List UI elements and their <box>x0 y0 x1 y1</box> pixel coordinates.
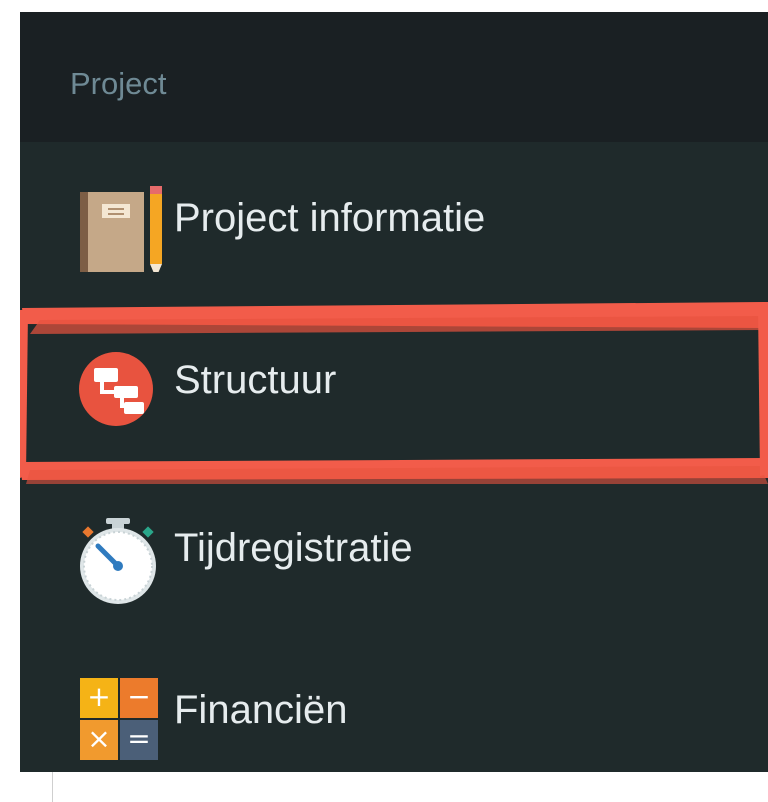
bottom-whitespace <box>52 772 768 802</box>
sidebar-item-label: Structuur <box>174 358 337 402</box>
svg-text:−: − <box>127 680 150 713</box>
notebook-icon <box>78 182 168 278</box>
sidebar-header-label: Project <box>70 66 167 101</box>
sidebar-panel: Project Project informatie Structuur Tij… <box>20 12 768 772</box>
sidebar-item-financien[interactable]: + − × = Financiën <box>20 660 768 760</box>
svg-text:×: × <box>87 722 110 755</box>
calculator-icon: + − × = <box>78 674 168 764</box>
svg-text:=: = <box>127 722 150 755</box>
svg-text:+: + <box>87 680 110 713</box>
sidebar-item-project-informatie[interactable]: Project informatie <box>20 168 768 278</box>
sidebar-item-label: Financiën <box>174 688 348 732</box>
structure-icon <box>78 344 168 434</box>
sidebar-item-tijdregistratie[interactable]: Tijdregistratie <box>20 498 768 604</box>
stopwatch-icon <box>78 512 168 604</box>
sidebar-item-label: Tijdregistratie <box>174 526 413 570</box>
sidebar-item-structuur[interactable]: Structuur <box>20 330 768 430</box>
sidebar-header: Project <box>20 12 768 142</box>
sidebar-item-label: Project informatie <box>174 196 486 240</box>
